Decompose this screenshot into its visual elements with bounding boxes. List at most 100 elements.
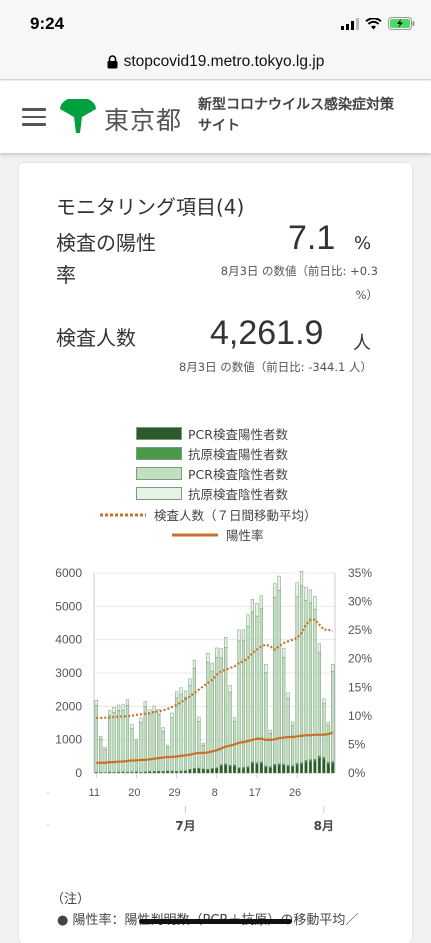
- bar-segment: [318, 644, 321, 653]
- positivity-value: 7.1: [288, 219, 335, 258]
- bar-segment: [171, 771, 174, 773]
- bar-segment: [193, 769, 196, 773]
- legend-label: 陽性率: [226, 525, 264, 544]
- x-tick-label: 29: [168, 787, 180, 799]
- bar-segment: [287, 699, 290, 766]
- tests-unit: 人: [353, 329, 371, 355]
- legend-item-positivity-rate[interactable]: 陽性率: [172, 525, 264, 544]
- left-axis-tick-label: 5000: [55, 599, 82, 613]
- bar-segment: [153, 711, 156, 771]
- bar-segment: [131, 725, 134, 729]
- bar-segment: [202, 743, 205, 745]
- bar-segment: [95, 700, 98, 705]
- bar-segment: [247, 627, 250, 767]
- bar-segment: [157, 714, 160, 771]
- legend-item-pcr-negative[interactable]: PCR検査陰性者数: [136, 464, 288, 483]
- bar-segment: [139, 722, 142, 772]
- bar-segment: [331, 664, 334, 671]
- bar-segment: [215, 768, 218, 773]
- bar-segment: [166, 745, 169, 747]
- bar-segment: [282, 765, 285, 773]
- bar-segment: [211, 769, 214, 773]
- bar-segment: [305, 760, 308, 762]
- right-axis-tick-label: 15%: [348, 680, 372, 694]
- bar-segment: [264, 767, 267, 773]
- right-axis-tick-label: 30%: [348, 595, 372, 609]
- positivity-label-line2: 率: [56, 259, 76, 288]
- address-bar[interactable]: stopcovid19.metro.tokyo.lg.jp: [0, 44, 431, 80]
- bar-segment: [309, 590, 312, 603]
- bar-segment: [197, 721, 200, 768]
- bar-segment: [117, 705, 120, 710]
- bar-segment: [157, 771, 160, 773]
- bar-segment: [256, 603, 259, 616]
- logo-text[interactable]: 東京都: [104, 101, 182, 137]
- hamburger-menu-button[interactable]: [22, 108, 46, 126]
- x-month-label: 8月: [314, 819, 334, 833]
- tests-value: 4,261.9: [210, 314, 323, 353]
- bar-segment: [206, 770, 209, 773]
- wifi-icon: [365, 18, 382, 30]
- tests-note: 8月3日 の数値（前日比: -344.1 人）: [132, 359, 372, 375]
- bar-segment: [184, 697, 187, 770]
- tokyo-logo-icon[interactable]: [58, 99, 98, 135]
- bar-segment: [220, 649, 223, 658]
- bar-segment: [162, 728, 165, 732]
- bar-segment: [251, 599, 254, 612]
- bar-segment: [233, 766, 236, 773]
- bar-segment: [104, 747, 107, 749]
- legend-dotted-line-icon: [100, 512, 146, 518]
- bar-segment: [144, 702, 147, 707]
- bar-segment: [224, 637, 227, 647]
- bar-segment: [211, 672, 214, 769]
- left-axis-tick-label: 3000: [55, 666, 82, 680]
- bar-segment: [309, 760, 312, 762]
- combo-chart: 01000200030004000500060000%5%10%15%20%25…: [19, 558, 412, 838]
- bar-segment: [260, 763, 263, 773]
- bar-segment: [273, 584, 276, 598]
- bar-segment: [171, 713, 174, 718]
- bar-segment: [139, 718, 142, 722]
- bar-segment: [305, 587, 308, 600]
- bar-segment: [233, 718, 236, 722]
- bar-segment: [331, 763, 334, 773]
- bar-segment: [108, 711, 111, 716]
- legend-item-antigen-negative[interactable]: 抗原検査陰性者数: [136, 484, 288, 503]
- bar-segment: [260, 762, 263, 763]
- site-title[interactable]: 新型コロナウイルス感染症対策サイト: [198, 95, 398, 137]
- bar-segment: [291, 767, 294, 773]
- bar-segment: [99, 739, 102, 772]
- positivity-unit: %: [354, 233, 371, 254]
- legend-solid-line-icon: [172, 532, 218, 538]
- x-tick-label: 8: [212, 787, 218, 799]
- right-axis-tick-label: 0%: [348, 766, 366, 780]
- bar-segment: [197, 769, 200, 773]
- legend-item-antigen-positive[interactable]: 抗原検査陽性者数: [136, 444, 288, 463]
- bar-segment: [238, 630, 241, 641]
- bar-segment: [318, 758, 321, 773]
- bar-segment: [126, 700, 129, 706]
- bar-segment: [166, 748, 169, 771]
- bar-segment: [175, 692, 178, 698]
- legend-label: PCR検査陽性者数: [188, 424, 288, 443]
- legend-label: 抗原検査陰性者数: [188, 484, 288, 503]
- legend-swatch: [136, 447, 182, 460]
- bar-segment: [206, 653, 209, 662]
- legend-item-pcr-positive[interactable]: PCR検査陽性者数: [136, 424, 288, 443]
- bar-segment: [296, 597, 299, 764]
- bar-segment: [322, 699, 325, 704]
- bar-segment: [135, 742, 138, 772]
- bar-segment: [153, 706, 156, 711]
- legend-item-tests-moving-average[interactable]: 検査人数（７日間移動平均）: [100, 505, 317, 524]
- bar-segment: [314, 597, 317, 610]
- right-axis-tick-label: 25%: [348, 623, 372, 637]
- bar-segment: [144, 707, 147, 772]
- bar-segment: [309, 761, 312, 773]
- bar-segment: [291, 722, 294, 726]
- bar-segment: [189, 770, 192, 773]
- bar-segment: [251, 762, 254, 763]
- bar-segment: [300, 571, 303, 586]
- bar-segment: [331, 762, 334, 764]
- bar-segment: [224, 765, 227, 773]
- bar-segment: [331, 672, 334, 762]
